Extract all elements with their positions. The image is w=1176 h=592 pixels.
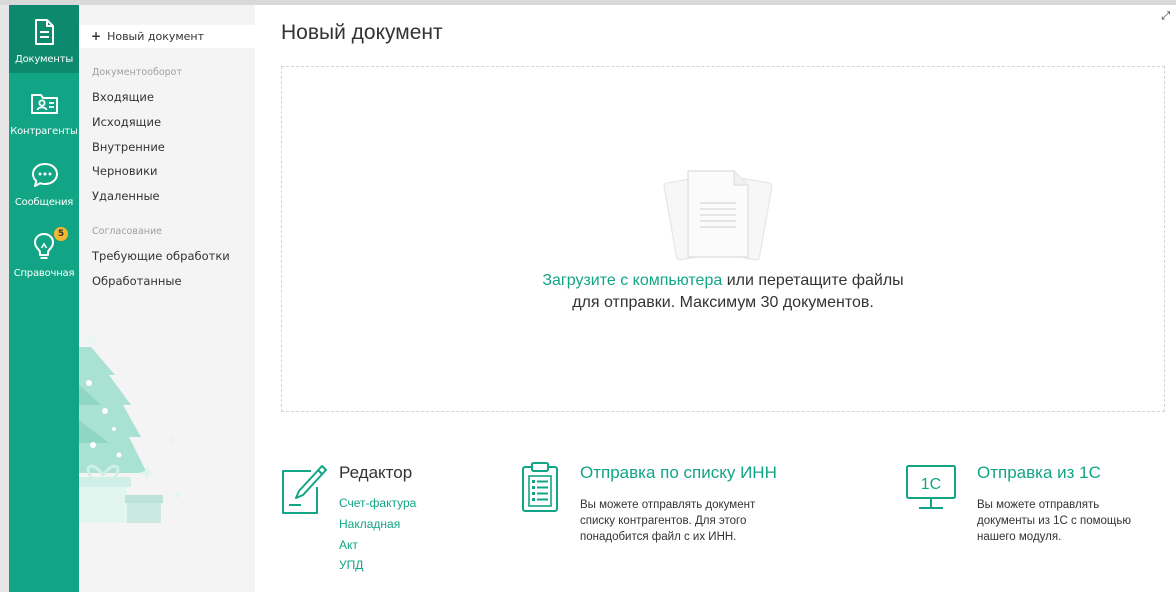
section-title-approval: Согласование <box>92 226 163 237</box>
dropzone-text-1: или перетащите файлы <box>722 272 904 289</box>
page-title: Новый документ <box>281 21 443 44</box>
file-dropzone[interactable]: Загрузите с компьютера или перетащите фа… <box>281 66 1165 412</box>
editor-link-act[interactable]: Акт <box>339 538 358 552</box>
documents-sidebar: + Новый документ Документооборот Входящие… <box>79 5 255 592</box>
upload-from-computer-link[interactable]: Загрузите с компьютера <box>542 272 722 289</box>
chat-bubble-icon <box>32 163 58 187</box>
nav-help[interactable]: 5 Справочная <box>9 219 79 287</box>
sidebar-item-processed[interactable]: Обработанные <box>92 274 182 288</box>
section-title-workflow: Документооборот <box>92 67 183 78</box>
new-document-label: Новый документ <box>107 30 205 43</box>
main-content: Новый документ ⤢ Загрузите с компьютера … <box>255 5 1176 592</box>
dropzone-text-2: для отправки. Максимум 30 документов. <box>572 294 874 311</box>
nav-contractors[interactable]: Контрагенты <box>9 77 79 145</box>
nav-help-label: Справочная <box>13 268 75 279</box>
app-window: Документы Контрагенты Сообщения 5 Справо… <box>0 0 1176 592</box>
nav-documents-label: Документы <box>14 54 74 65</box>
pencil-edit-icon <box>282 465 327 514</box>
sidebar-item-incoming[interactable]: Входящие <box>92 90 154 104</box>
monitor-1c-icon: 1С <box>906 465 956 509</box>
feature-editor: Редактор Счет-фактура Накладная Акт УПД <box>281 463 501 583</box>
editor-link-invoice[interactable]: Счет-фактура <box>339 496 416 510</box>
christmas-tree-illustration <box>79 331 181 523</box>
feature-1c: 1С Отправка из 1С Вы можете отправлять д… <box>905 463 1165 583</box>
feature-editor-title: Редактор <box>339 463 413 482</box>
sidebar-item-deleted[interactable]: Удаленные <box>92 189 160 203</box>
sidebar-item-outgoing[interactable]: Исходящие <box>92 115 161 129</box>
plus-icon: + <box>91 29 102 43</box>
new-document-button[interactable]: + Новый документ <box>79 25 255 48</box>
nav-messages-label: Сообщения <box>14 197 74 208</box>
monitor-1c-text: 1С <box>921 476 941 493</box>
feature-1c-description: Вы можете отправлять документы из 1С с п… <box>977 499 1132 543</box>
nav-messages[interactable]: Сообщения <box>9 148 79 216</box>
dropzone-instructions: Загрузите с компьютера или перетащите фа… <box>282 270 1164 314</box>
documents-stack-icon <box>663 170 773 261</box>
feature-inn-title[interactable]: Отправка по списку ИНН <box>580 463 777 483</box>
sidebar-item-drafts[interactable]: Черновики <box>92 164 158 178</box>
main-nav-rail: Документы Контрагенты Сообщения 5 Справо… <box>9 5 79 592</box>
editor-link-upd[interactable]: УПД <box>339 558 363 572</box>
help-badge: 5 <box>54 227 68 241</box>
left-border <box>0 5 9 592</box>
sidebar-item-requires-processing[interactable]: Требующие обработки <box>92 249 230 263</box>
document-icon <box>35 19 54 45</box>
nav-contractors-label: Контрагенты <box>10 126 78 137</box>
feature-inn-description: Вы можете отправлять документ списку кон… <box>580 499 756 543</box>
contacts-folder-icon <box>31 94 58 114</box>
clipboard-list-icon <box>522 462 558 512</box>
expand-icon[interactable]: ⤢ <box>1161 9 1170 23</box>
sidebar-item-internal[interactable]: Внутренние <box>92 140 165 154</box>
feature-inn-list: Отправка по списку ИНН Вы можете отправл… <box>521 462 811 583</box>
editor-link-waybill[interactable]: Накладная <box>339 517 400 531</box>
feature-1c-title[interactable]: Отправка из 1С <box>977 463 1101 483</box>
nav-documents[interactable]: Документы <box>9 5 79 73</box>
